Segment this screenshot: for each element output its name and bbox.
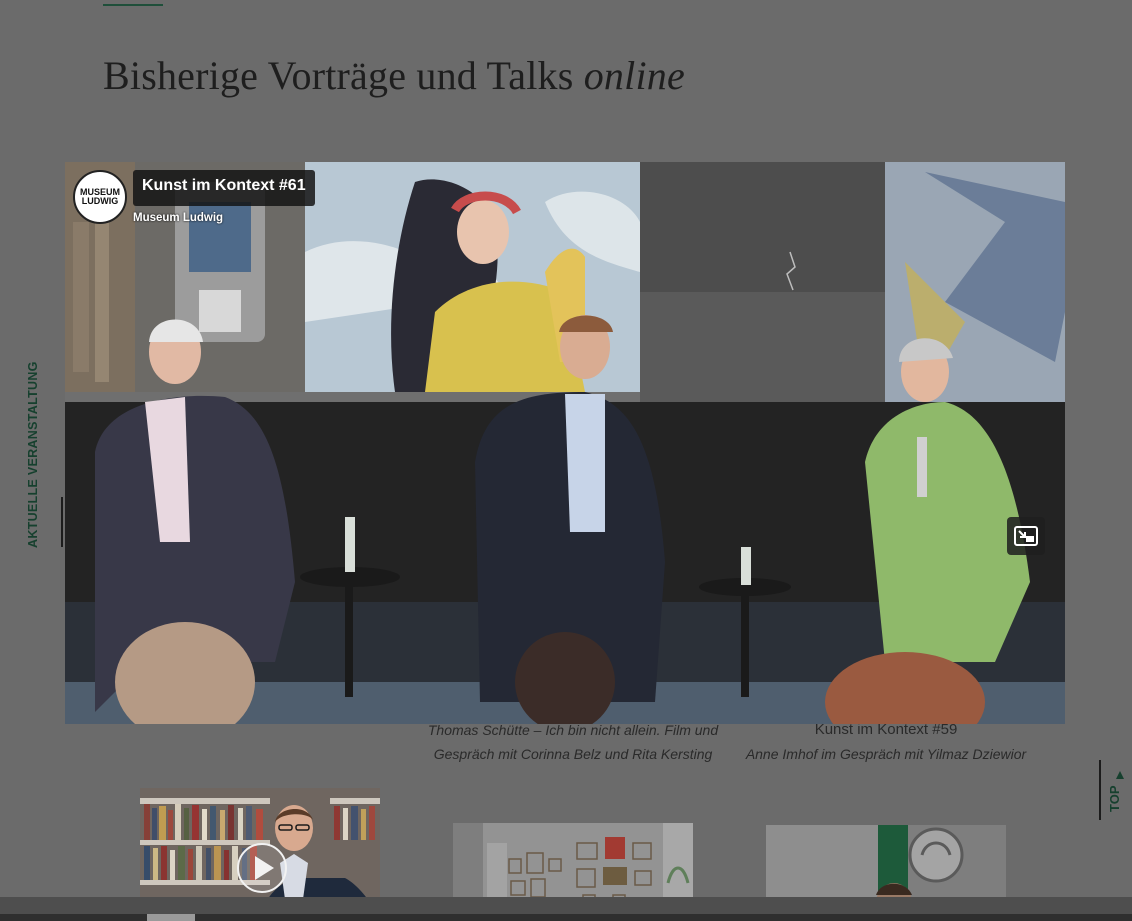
scroll-to-top-button[interactable]: TOP [1099,760,1131,820]
page-title-main: Bisherige Vorträge und Talks [103,53,574,98]
picture-in-picture-button[interactable] [1007,517,1045,555]
side-rule [61,497,63,547]
logo-line: LUDWIG [81,196,119,206]
museum-ludwig-logo[interactable]: MUSEUM LUDWIG [73,170,127,224]
caption-thomas-schuette[interactable]: Thomas Schütte – Ich bin nicht allein. F… [410,718,736,766]
top-rule [103,4,163,6]
top-label: TOP [1107,785,1122,813]
video-frame [65,162,1065,724]
video-title[interactable]: Kunst im Kontext #61 [133,170,315,206]
video-player[interactable]: MUSEUM LUDWIG Kunst im Kontext #61 Museu… [65,162,1065,724]
picture-in-picture-icon [1014,526,1038,546]
video-channel-name[interactable]: Museum Ludwig [133,212,223,224]
caption-line: Gespräch mit Corinna Belz und Rita Kerst… [433,746,713,762]
arrow-up-icon [1116,771,1124,779]
bottom-bar-indicator[interactable] [147,914,195,921]
caption-kunst-im-kontext-59[interactable]: Kunst im Kontext #59 Anne Imhof im Gespr… [726,718,1046,766]
page-title-italic: online [583,53,685,98]
caption-subtitle: Anne Imhof im Gespräch mit Yilmaz Dziewi… [745,746,1027,762]
side-label-current-event[interactable]: AKTUELLE VERANSTALTUNG [26,361,40,548]
page-title: Bisherige Vorträge und Talks online [103,52,685,99]
